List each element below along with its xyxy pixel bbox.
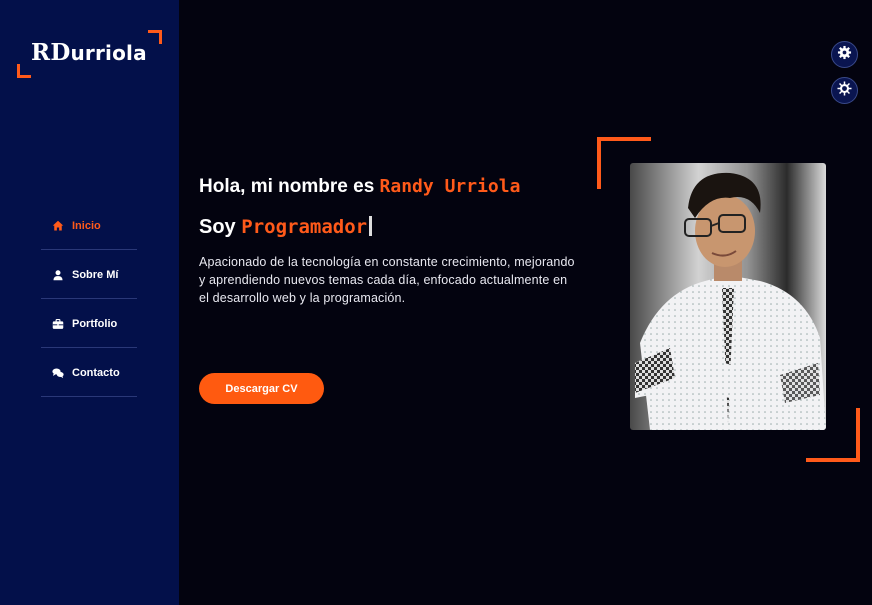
hero-description: Apacionado de la tecnología en constante… [199,255,575,305]
nav-label: Inicio [72,220,101,232]
user-icon [51,269,64,282]
briefcase-icon [51,318,64,331]
home-icon [51,220,64,233]
logo-main: RD [31,39,71,66]
role-text: Programador [241,216,368,238]
nav-label: Sobre Mí [72,269,119,281]
download-cv-button[interactable]: Descargar CV [199,373,324,404]
nav-item-contacto[interactable]: Contacto [41,348,137,397]
role-heading: Soy Programador [199,216,599,239]
nav-item-inicio[interactable]: Inicio [41,201,137,250]
logo-corner-bottom-left [17,64,31,78]
hero-section: Hola, mi nombre es Randy Urriola Soy Pro… [199,176,599,307]
greeting-heading: Hola, mi nombre es Randy Urriola [199,176,599,198]
hero-name: Randy Urriola [379,176,521,197]
sidebar: RDurriola Inicio Sobre Mí Portfolio Cont… [0,0,179,605]
nav-item-portfolio[interactable]: Portfolio [41,299,137,348]
chat-icon [51,367,64,380]
profile-photo [630,163,826,430]
logo-text: RDurriola [31,39,147,66]
greeting-text: Hola, mi nombre es [199,176,380,197]
typing-cursor [369,216,373,236]
logo-corner-top-right [148,30,162,44]
role-prefix: Soy [199,216,242,238]
nav-label: Portfolio [72,318,118,330]
logo-rest: urriola [70,41,147,65]
nav-item-sobre-mi[interactable]: Sobre Mí [41,250,137,299]
settings-button[interactable] [831,41,858,68]
theme-toggle-button[interactable] [831,77,858,104]
nav-label: Contacto [72,367,120,379]
gear-icon [837,45,852,65]
main-nav: Inicio Sobre Mí Portfolio Contacto [41,201,137,397]
sun-gear-icon [837,80,852,101]
brand-logo[interactable]: RDurriola [17,30,162,78]
